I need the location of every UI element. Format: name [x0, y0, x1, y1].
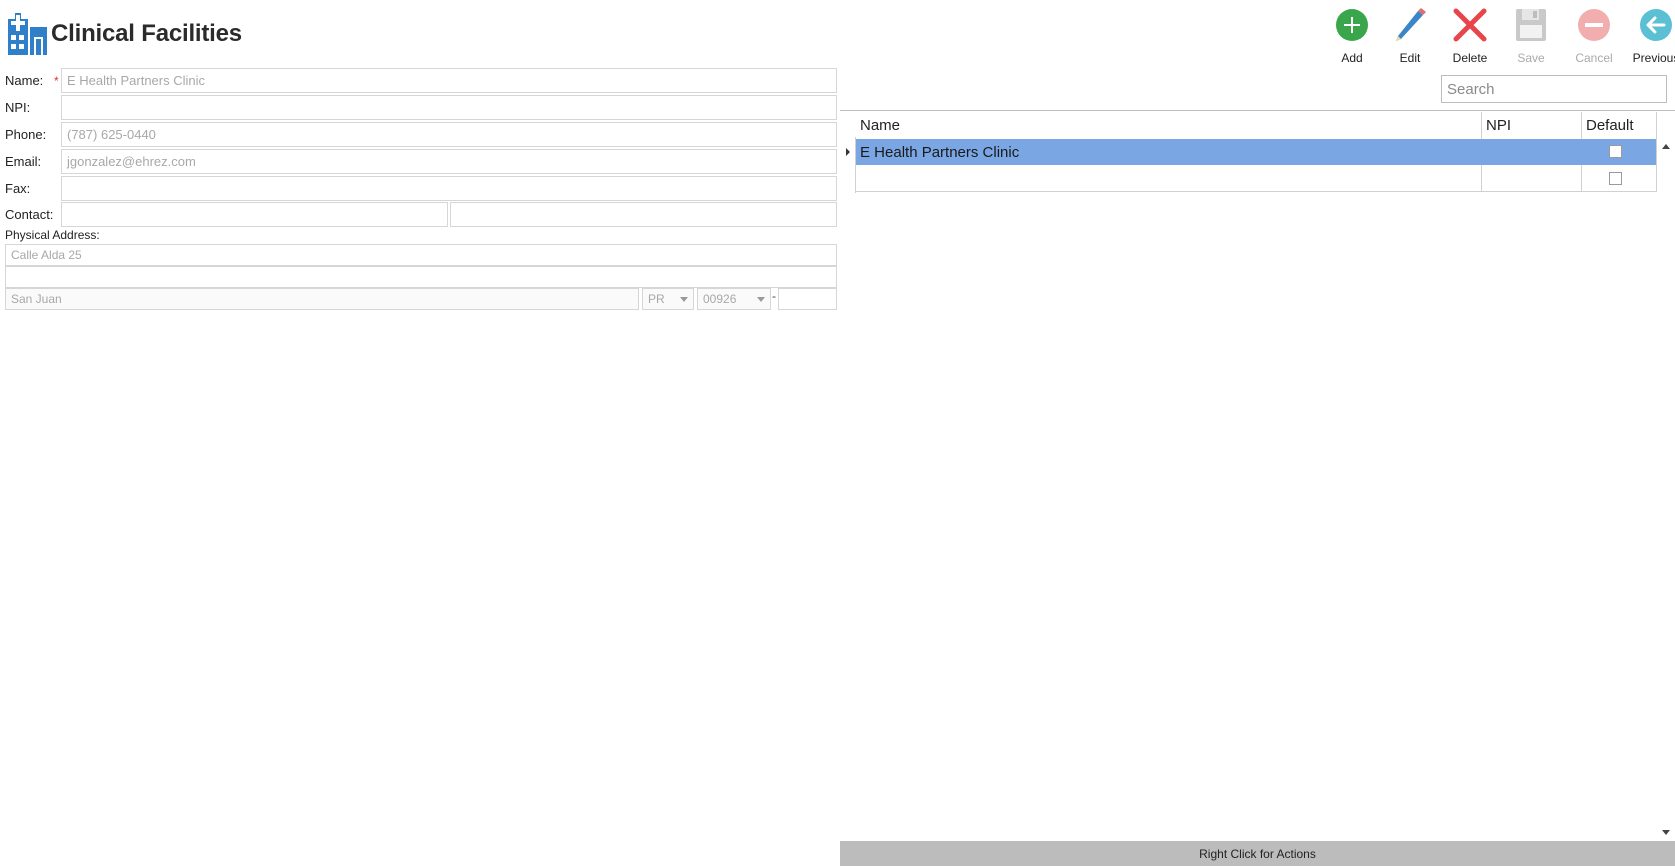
scroll-down-arrow-icon[interactable]	[1659, 825, 1673, 839]
default-checkbox[interactable]	[1609, 145, 1622, 158]
previous-button[interactable]: Previous	[1627, 8, 1675, 65]
state-value: PR	[648, 292, 665, 306]
email-input[interactable]: jgonzalez@ehrez.com	[61, 149, 837, 174]
table-row[interactable]	[856, 166, 1656, 192]
phone-input[interactable]: (787) 625-0440	[61, 122, 837, 147]
email-label: Email:	[5, 154, 42, 169]
zip-dropdown[interactable]: 00926	[697, 288, 771, 310]
contact-label: Contact:	[5, 207, 54, 222]
add-button[interactable]: Add	[1323, 8, 1381, 65]
required-indicator: *	[54, 74, 59, 88]
scroll-up-arrow-icon[interactable]	[1659, 140, 1673, 154]
save-label: Save	[1517, 51, 1545, 65]
chevron-down-icon	[757, 297, 765, 302]
column-header-name[interactable]: Name	[856, 112, 1481, 138]
name-input[interactable]: E Health Partners Clinic	[61, 68, 837, 93]
phone-label: Phone:	[5, 127, 47, 142]
physical-address-label: Physical Address:	[5, 228, 100, 242]
cell-name: E Health Partners Clinic	[860, 143, 1020, 161]
column-separator	[1656, 112, 1657, 192]
x-close-icon	[1453, 8, 1487, 42]
npi-label: NPI:	[5, 100, 31, 115]
minus-circle-icon	[1578, 9, 1610, 41]
toolbar: Add Edit Delete Save Cancel Previous	[1315, 8, 1675, 65]
status-bar: Right Click for Actions	[840, 841, 1675, 866]
name-label: Name:	[5, 73, 44, 88]
page-title: Clinical Facilities	[51, 20, 242, 47]
zip-separator: -	[772, 289, 776, 303]
grid-top-border	[840, 110, 1675, 111]
delete-label: Delete	[1452, 51, 1488, 65]
search-input[interactable]: Search	[1441, 75, 1667, 103]
contact-first-input[interactable]	[61, 202, 448, 227]
arrow-left-circle-icon	[1640, 9, 1672, 41]
save-button[interactable]: Save	[1502, 8, 1560, 65]
zip-value: 00926	[703, 292, 737, 306]
default-checkbox[interactable]	[1609, 172, 1622, 185]
current-row-arrow-icon	[846, 148, 850, 156]
hospital-building-icon	[8, 13, 47, 55]
column-header-npi[interactable]: NPI	[1482, 112, 1581, 138]
npi-input[interactable]	[61, 95, 837, 120]
cancel-button[interactable]: Cancel	[1565, 8, 1623, 65]
zip-ext-input[interactable]	[778, 288, 837, 310]
column-header-default[interactable]: Default	[1582, 112, 1656, 138]
add-label: Add	[1341, 51, 1363, 65]
edit-button[interactable]: Edit	[1381, 8, 1439, 65]
contact-last-input[interactable]	[450, 202, 837, 227]
plus-circle-icon	[1336, 9, 1368, 41]
floppy-disk-icon	[1516, 9, 1546, 41]
fax-label: Fax:	[5, 181, 31, 196]
address-line1-input[interactable]: Calle Alda 25	[5, 244, 837, 266]
city-input[interactable]: San Juan	[5, 288, 639, 310]
chevron-down-icon	[680, 297, 688, 302]
state-dropdown[interactable]: PR	[642, 288, 694, 310]
edit-label: Edit	[1399, 51, 1421, 65]
previous-label: Previous	[1632, 51, 1675, 65]
fax-input[interactable]	[61, 176, 837, 201]
cancel-label: Cancel	[1575, 51, 1613, 65]
address-line2-input[interactable]	[5, 266, 837, 288]
table-row[interactable]: E Health Partners Clinic	[856, 139, 1656, 165]
pencil-icon	[1396, 8, 1426, 41]
delete-button[interactable]: Delete	[1441, 8, 1499, 65]
grid-header: Name NPI Default	[856, 112, 1657, 192]
